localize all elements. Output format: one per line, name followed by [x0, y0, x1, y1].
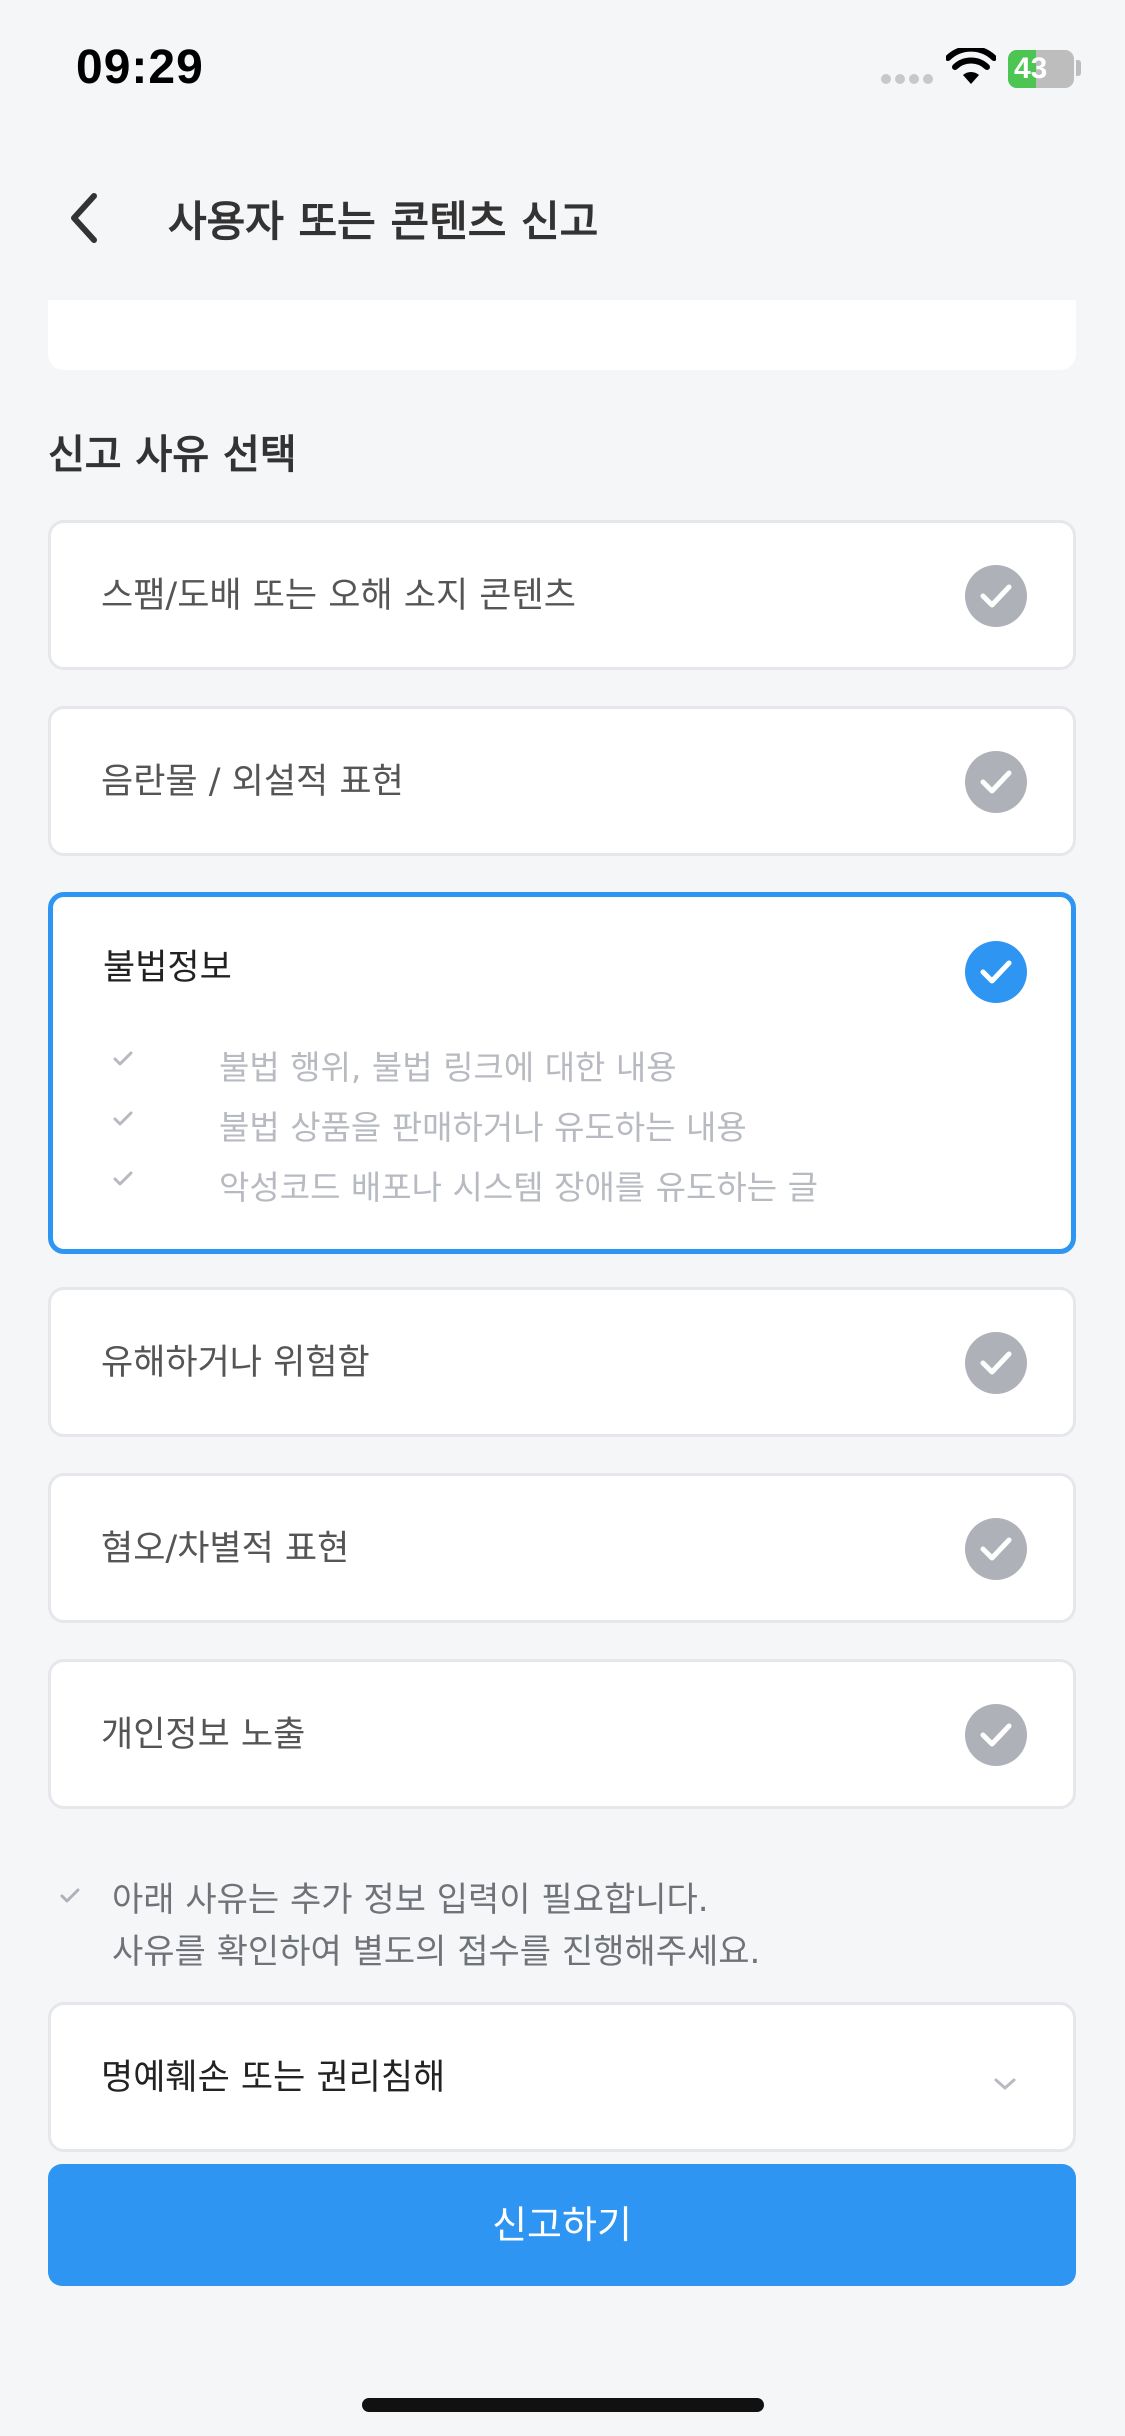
check-circle-icon [965, 941, 1027, 1003]
option-detail-list: 불법 행위, 불법 링크에 대한 내용 불법 상품을 판매하거나 유도하는 내용… [113, 1037, 1013, 1217]
check-circle-icon [965, 1518, 1027, 1580]
reported-info-card [48, 300, 1076, 370]
report-option-illegal-info[interactable]: 불법정보 불법 행위, 불법 링크에 대한 내용 불법 상품을 판매하거나 유도… [48, 892, 1076, 1254]
home-indicator [362, 2398, 764, 2412]
note-line-1: 아래 사유는 추가 정보 입력이 필요합니다. [112, 1880, 709, 1920]
report-option-obscene[interactable]: 음란물 / 외설적 표현 [48, 706, 1076, 856]
report-option-personal-info[interactable]: 개인정보 노출 [48, 1659, 1076, 1809]
battery-percent: 43 [1014, 52, 1048, 85]
option-detail-text: 악성코드 배포나 시스템 장애를 유도하는 글 [219, 1168, 818, 1207]
checkmark-icon [113, 1051, 133, 1066]
checkmark-icon [60, 1888, 80, 1903]
check-circle-icon [965, 751, 1027, 813]
cellular-signal-icon [881, 74, 933, 84]
report-option-hate[interactable]: 혐오/차별적 표현 [48, 1473, 1076, 1623]
chevron-left-icon[interactable] [60, 188, 110, 248]
report-option-harmful[interactable]: 유해하거나 위험함 [48, 1287, 1076, 1437]
option-label: 유해하거나 위험함 [101, 1343, 370, 1383]
battery-indicator: 43 [1008, 50, 1074, 88]
option-label: 불법정보 [103, 948, 232, 988]
dropdown-label: 명예훼손 또는 권리침해 [101, 2058, 446, 2098]
option-label: 혐오/차별적 표현 [101, 1529, 350, 1569]
nav-header: 사용자 또는 콘텐츠 신고 [0, 160, 1125, 270]
status-time: 09:29 [76, 41, 204, 94]
check-circle-icon [965, 565, 1027, 627]
option-label: 개인정보 노출 [101, 1715, 306, 1755]
checkmark-icon [113, 1171, 133, 1186]
report-option-spam[interactable]: 스팸/도배 또는 오해 소지 콘텐츠 [48, 520, 1076, 670]
option-detail-item: 악성코드 배포나 시스템 장애를 유도하는 글 [113, 1157, 1013, 1217]
checkmark-icon [113, 1111, 133, 1126]
section-title: 신고 사유 선택 [48, 432, 297, 478]
battery-tip [1076, 60, 1081, 76]
option-detail-text: 불법 상품을 판매하거나 유도하는 내용 [219, 1108, 747, 1147]
wifi-icon [946, 48, 996, 84]
option-detail-item: 불법 행위, 불법 링크에 대한 내용 [113, 1037, 1013, 1097]
check-circle-icon [965, 1704, 1027, 1766]
page-title: 사용자 또는 콘텐츠 신고 [168, 197, 599, 246]
chevron-down-icon [994, 2078, 1016, 2090]
defamation-dropdown[interactable]: 명예훼손 또는 권리침해 [48, 2002, 1076, 2152]
option-detail-item: 불법 상품을 판매하거나 유도하는 내용 [113, 1097, 1013, 1157]
status-bar: 09:29 43 [0, 0, 1125, 130]
check-circle-icon [965, 1332, 1027, 1394]
option-label: 음란물 / 외설적 표현 [101, 762, 404, 802]
option-label: 스팸/도배 또는 오해 소지 콘텐츠 [101, 576, 576, 616]
option-detail-text: 불법 행위, 불법 링크에 대한 내용 [219, 1048, 677, 1087]
report-submit-button[interactable]: 신고하기 [48, 2164, 1076, 2286]
note-line-2: 사유를 확인하여 별도의 접수를 진행해주세요. [112, 1932, 761, 1972]
